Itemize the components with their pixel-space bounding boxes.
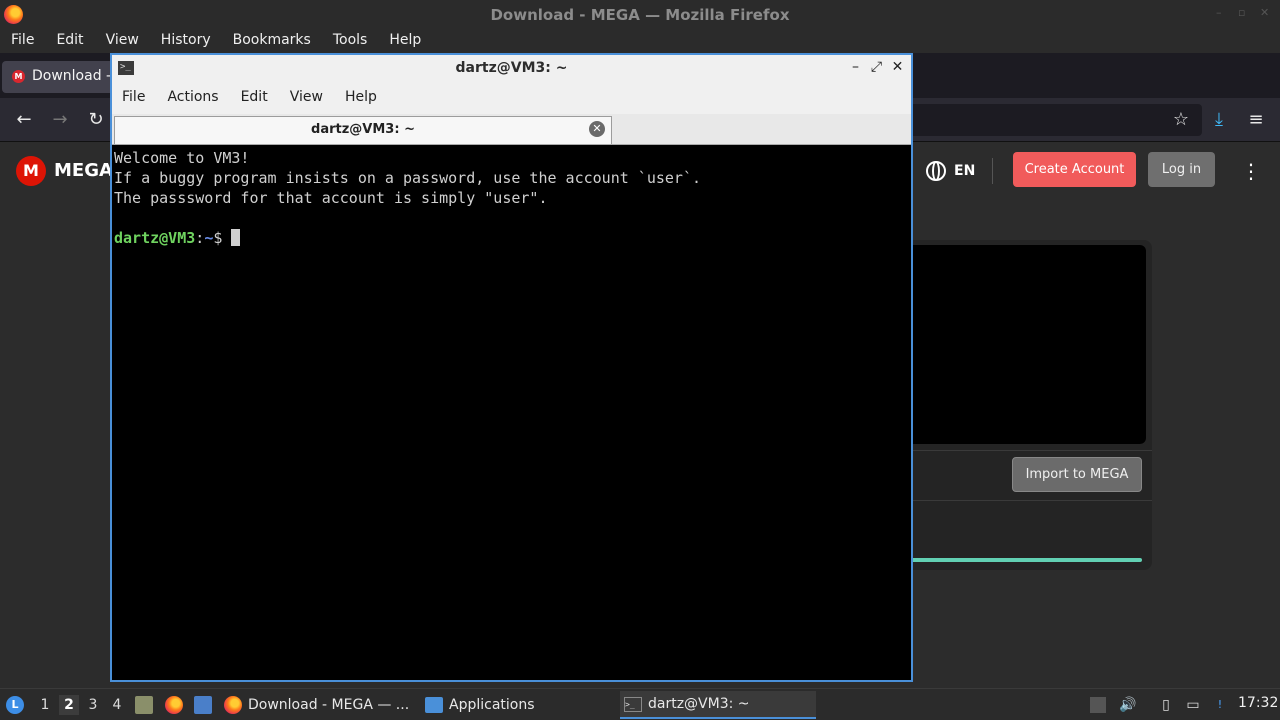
menu-history[interactable]: History (150, 29, 222, 53)
mega-favicon-icon: M (12, 70, 25, 83)
terminal-menu-edit[interactable]: Edit (231, 82, 280, 114)
taskbar-item-label: dartz@VM3: ~ (648, 696, 750, 712)
network-icon[interactable]: ▭ (1183, 695, 1203, 715)
download-progress-bar (906, 558, 1142, 562)
header-divider (992, 158, 993, 184)
taskbar-item-label: Applications (449, 697, 535, 713)
menu-help[interactable]: Help (378, 29, 432, 53)
terminal-menu-file[interactable]: File (112, 82, 157, 114)
clock[interactable]: 17:32 (1238, 695, 1278, 711)
terminal-menubar: File Actions Edit View Help (112, 82, 911, 114)
hamburger-menu-icon[interactable]: ≡ (1244, 108, 1268, 132)
close-tab-icon[interactable]: ✕ (589, 121, 605, 137)
minimize-icon[interactable]: – (848, 58, 863, 76)
tray-up-arrow-icon[interactable] (1090, 697, 1106, 713)
firefox-launcher-icon[interactable] (165, 696, 183, 714)
terminal-tabbar: dartz@VM3: ~ ✕ (112, 114, 911, 145)
workspace-2[interactable]: 2 (59, 695, 79, 715)
terminal-window-title: dartz@VM3: ~ (455, 60, 568, 76)
browser-tab-label: Download - (32, 68, 112, 84)
menu-tools[interactable]: Tools (322, 29, 379, 53)
notification-icon[interactable]: ! (1210, 695, 1230, 715)
login-button[interactable]: Log in (1148, 152, 1215, 187)
terminal-icon: >_ (624, 696, 642, 712)
taskbar: L 1 2 3 4 Download - MEGA — ... Applicat… (0, 688, 1280, 720)
file-manager-launcher-icon[interactable] (135, 696, 153, 714)
taskbar-item-terminal[interactable]: >_ dartz@VM3: ~ (620, 691, 816, 719)
menu-file[interactable]: File (0, 29, 45, 53)
workspace-4[interactable]: 4 (107, 695, 127, 715)
taskbar-item-firefox[interactable]: Download - MEGA — ... (224, 691, 414, 719)
terminal-menu-view[interactable]: View (280, 82, 335, 114)
card-divider (900, 450, 1152, 451)
workspace-3[interactable]: 3 (83, 695, 103, 715)
terminal-line: If a buggy program insists on a password… (114, 169, 701, 187)
prompt-separator: : (195, 229, 205, 247)
volume-icon[interactable]: 🔊 (1118, 695, 1138, 715)
firefox-titlebar: Download - MEGA — Mozilla Firefox – ▫ ✕ (0, 0, 1280, 29)
reload-icon[interactable]: ↻ (84, 108, 108, 132)
forward-arrow-icon[interactable]: → (48, 108, 72, 132)
menu-edit[interactable]: Edit (45, 29, 94, 53)
prompt-user: dartz@VM3 (114, 229, 196, 247)
menu-bookmarks[interactable]: Bookmarks (222, 29, 322, 53)
prompt-symbol: $ (213, 229, 232, 247)
file-preview (906, 245, 1146, 444)
bookmark-star-icon[interactable]: ☆ (1169, 108, 1193, 132)
terminal-tab[interactable]: dartz@VM3: ~ ✕ (114, 116, 612, 144)
firefox-menubar: File Edit View History Bookmarks Tools H… (0, 29, 1280, 53)
terminal-output[interactable]: Welcome to VM3! If a buggy program insist… (112, 146, 911, 680)
downloads-icon[interactable]: ⤓ (1207, 108, 1231, 132)
more-options-icon[interactable]: ⋮ (1241, 160, 1261, 182)
terminal-menu-actions[interactable]: Actions (157, 82, 230, 114)
language-label: EN (954, 163, 976, 179)
firefox-window-controls: – ▫ ✕ (1216, 7, 1270, 18)
terminal-window-controls: – ⤢ ✕ (848, 58, 905, 76)
taskbar-item-label: Download - MEGA — ... (248, 697, 410, 713)
mega-logo-icon[interactable]: M (16, 156, 46, 186)
clipboard-icon[interactable]: ▯ (1156, 695, 1176, 715)
start-menu-icon[interactable]: L (6, 696, 24, 714)
terminal-titlebar[interactable]: >_ dartz@VM3: ~ – ⤢ ✕ (112, 55, 911, 82)
firefox-window-title: Download - MEGA — Mozilla Firefox (490, 6, 790, 24)
terminal-window[interactable]: >_ dartz@VM3: ~ – ⤢ ✕ File Actions Edit … (110, 53, 913, 682)
terminal-menu-help[interactable]: Help (335, 82, 389, 114)
text-cursor (231, 229, 241, 246)
language-selector[interactable]: EN (926, 161, 975, 181)
globe-icon (926, 161, 946, 181)
maximize-icon[interactable]: ⤢ (869, 58, 884, 76)
back-arrow-icon[interactable]: ← (12, 108, 36, 132)
import-to-mega-button[interactable]: Import to MEGA (1012, 457, 1142, 492)
close-icon[interactable]: ✕ (890, 58, 905, 76)
terminal-line: Welcome to VM3! (114, 149, 250, 167)
desktop-launcher-icon[interactable] (194, 696, 212, 714)
menu-view[interactable]: View (95, 29, 150, 53)
prompt-path: ~ (204, 229, 214, 247)
browser-tab[interactable]: M Download - (2, 61, 120, 93)
close-icon[interactable]: ✕ (1260, 7, 1270, 18)
terminal-prompt-line[interactable]: dartz@VM3:~$ (114, 228, 909, 248)
terminal-tab-label: dartz@VM3: ~ (311, 122, 415, 137)
maximize-icon[interactable]: ▫ (1238, 7, 1248, 18)
card-divider (900, 500, 1152, 501)
firefox-icon (224, 696, 242, 714)
folder-icon (425, 697, 443, 713)
mega-wordmark[interactable]: MEGA (54, 160, 113, 181)
taskbar-item-applications[interactable]: Applications (425, 691, 605, 719)
create-account-button[interactable]: Create Account (1013, 152, 1136, 187)
terminal-line: The passsword for that account is simply… (114, 189, 548, 207)
workspace-1[interactable]: 1 (35, 695, 55, 715)
minimize-icon[interactable]: – (1216, 7, 1226, 18)
